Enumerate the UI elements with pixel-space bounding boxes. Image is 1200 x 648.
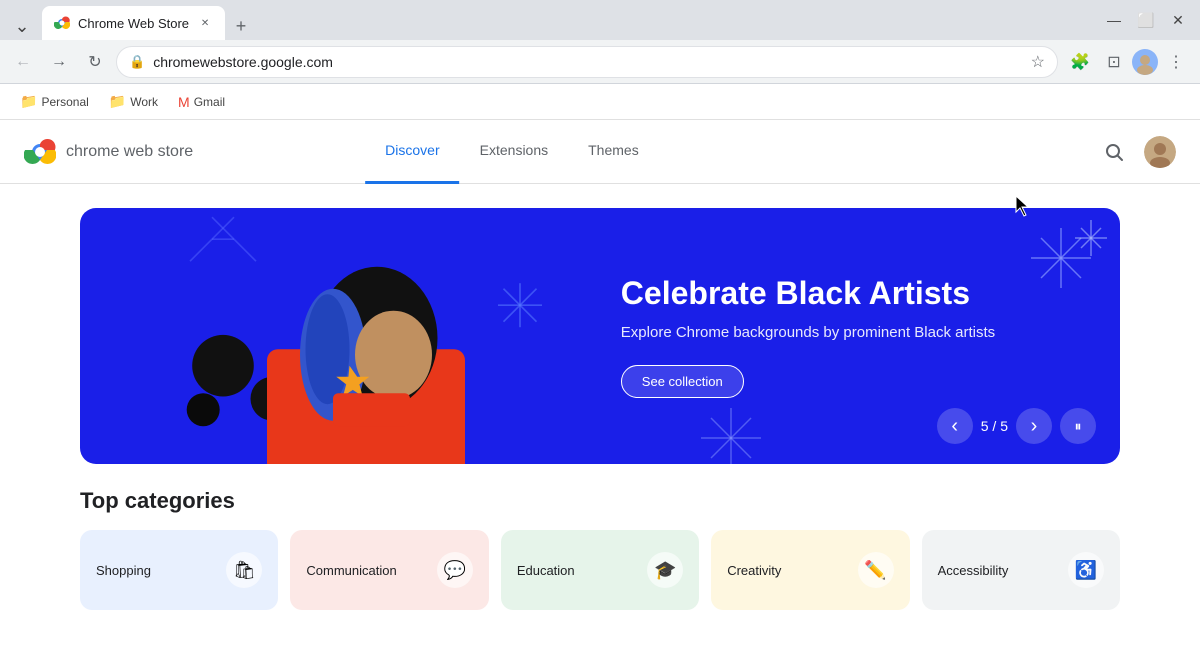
category-accessibility[interactable]: Accessibility ♿ [922,530,1120,610]
extensions-btn[interactable]: 🧩 [1064,46,1096,78]
tab-close-btn[interactable]: ✕ [197,15,213,31]
communication-icon: 💬 [437,552,473,588]
category-name: Accessibility [938,563,1009,578]
lock-icon: 🔒 [129,54,145,70]
close-btn[interactable]: ✕ [1164,6,1192,34]
tab-favicon [54,15,70,31]
category-name: Communication [306,563,396,578]
cws-nav: Discover Extensions Themes [365,120,659,184]
shopping-icon: 🛍 [226,552,262,588]
page-content: chrome web store Discover Extensions The… [0,120,1200,648]
cws-main: Celebrate Black Artists Explore Chrome b… [0,184,1200,648]
browser-window: ⌄ Chrome Web Store ✕ + — ⬜ ✕ ← → ↻ [0,0,1200,648]
nav-themes[interactable]: Themes [568,120,659,184]
active-tab[interactable]: Chrome Web Store ✕ [42,6,225,40]
refresh-btn[interactable]: ↻ [80,47,110,77]
hero-banner: Celebrate Black Artists Explore Chrome b… [80,208,1120,464]
hero-artwork [80,208,652,464]
hero-title: Celebrate Black Artists [621,274,995,312]
profile-avatar[interactable] [1132,49,1158,75]
bookmark-gmail[interactable]: M Gmail [170,90,233,114]
maximize-btn[interactable]: ⬜ [1132,6,1160,34]
nav-discover[interactable]: Discover [365,120,459,184]
address-text: chromewebstore.google.com [153,54,1022,70]
top-categories-section: Top categories Shopping 🛍 Communication … [80,488,1120,610]
cws-search-btn[interactable] [1096,134,1132,170]
education-icon: 🎓 [647,552,683,588]
cws-header: chrome web store Discover Extensions The… [0,120,1200,184]
bookmark-work[interactable]: 📁 Work [101,89,166,114]
creativity-icon: ✏️ [858,552,894,588]
tab-dropdown-btn[interactable]: ⌄ [8,12,36,40]
window-controls: — ⬜ ✕ [1100,6,1192,40]
category-name: Creativity [727,563,781,578]
new-tab-btn[interactable]: + [227,12,255,40]
back-btn[interactable]: ← [8,47,38,77]
bookmark-label: Gmail [194,95,225,109]
minimize-btn[interactable]: — [1100,6,1128,34]
hero-counter: 5 / 5 [981,418,1008,434]
section-title: Top categories [80,488,1120,514]
bookmark-personal[interactable]: 📁 Personal [12,89,97,114]
hero-prev-btn[interactable]: ‹ [937,408,973,444]
hero-pause-btn[interactable]: ⏸ [1060,408,1096,444]
address-bar[interactable]: 🔒 chromewebstore.google.com ☆ [116,46,1058,78]
category-shopping[interactable]: Shopping 🛍 [80,530,278,610]
cws-header-actions [1096,134,1176,170]
hero-next-btn[interactable]: › [1016,408,1052,444]
accessibility-icon: ♿ [1068,552,1104,588]
category-name: Shopping [96,563,151,578]
toolbar-actions: 🧩 ⊡ ⋮ [1064,46,1192,78]
gmail-icon: M [178,94,190,110]
categories-row: Shopping 🛍 Communication 💬 Education 🎓 C… [80,530,1120,610]
hero-controls: ‹ 5 / 5 › ⏸ [937,408,1096,444]
forward-btn[interactable]: → [44,47,74,77]
folder-icon: 📁 [20,93,37,110]
category-name: Education [517,563,575,578]
tab-title: Chrome Web Store [78,16,189,31]
tab-bar: ⌄ Chrome Web Store ✕ + — ⬜ ✕ [0,0,1200,40]
split-btn[interactable]: ⊡ [1098,46,1130,78]
cws-profile-avatar[interactable] [1144,136,1176,168]
category-communication[interactable]: Communication 💬 [290,530,488,610]
category-education[interactable]: Education 🎓 [501,530,699,610]
bookmark-label: Work [130,95,158,109]
toolbar: ← → ↻ 🔒 chromewebstore.google.com ☆ 🧩 ⊡ … [0,40,1200,84]
hero-content: Celebrate Black Artists Explore Chrome b… [621,274,1035,398]
cws-logo-text: chrome web store [66,143,193,161]
category-creativity[interactable]: Creativity ✏️ [711,530,909,610]
cws-logo[interactable]: chrome web store [24,136,193,168]
more-btn[interactable]: ⋮ [1160,46,1192,78]
bookmark-star-icon[interactable]: ☆ [1031,52,1045,72]
see-collection-btn[interactable]: See collection [621,365,744,398]
hero-subtitle: Explore Chrome backgrounds by prominent … [621,324,995,341]
bookmark-label: Personal [41,95,88,109]
bookmarks-bar: 📁 Personal 📁 Work M Gmail [0,84,1200,120]
folder-icon: 📁 [109,93,126,110]
nav-extensions[interactable]: Extensions [460,120,568,184]
